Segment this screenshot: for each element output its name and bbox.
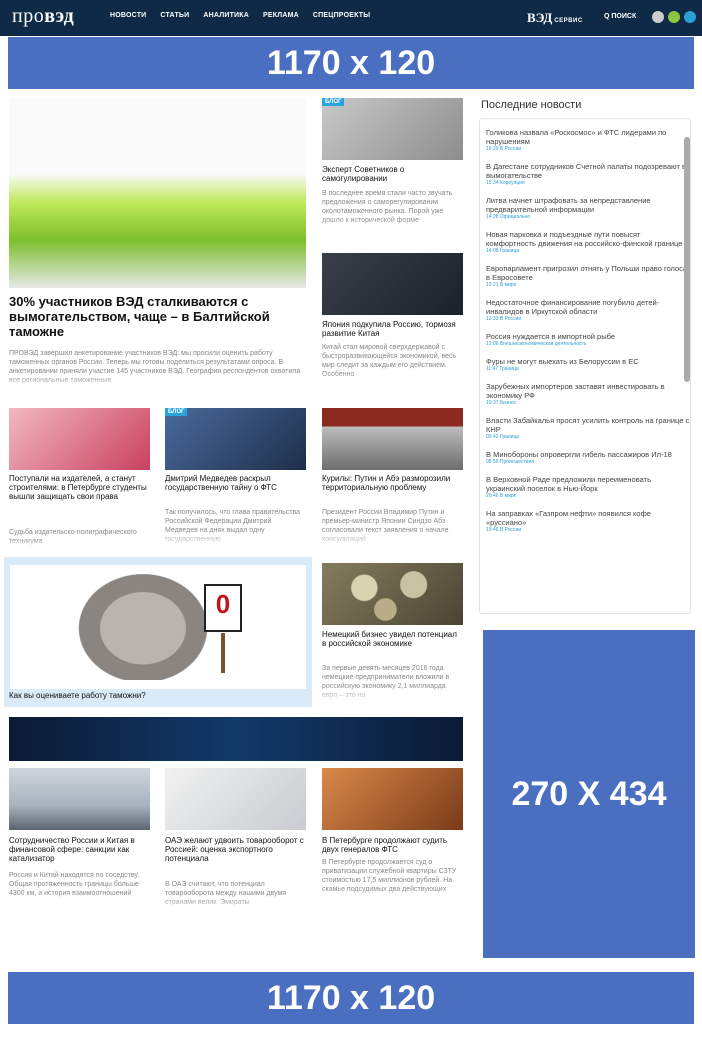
bottom-story-1-lead: Россия и Китай находятся по соседству. О… bbox=[9, 872, 140, 897]
side-banner-ad[interactable]: 270 X 434 bbox=[483, 630, 695, 958]
news-meta: 14:28 Официально bbox=[486, 214, 531, 220]
nav-news[interactable]: НОВОСТИ bbox=[110, 12, 146, 19]
side-story-1-title[interactable]: Эксперт Советников о самогулировании bbox=[322, 165, 463, 183]
news-meta: 12:33 В России bbox=[486, 316, 522, 322]
blog-badge: БЛОГ bbox=[165, 408, 188, 416]
main-story-title[interactable]: 30% участников ВЭД сталкиваются с вымога… bbox=[9, 294, 306, 339]
grumpy-cat-image bbox=[68, 565, 218, 680]
row-story-1-title[interactable]: Поступали на издателей, а станут строите… bbox=[9, 474, 150, 501]
android-icon[interactable] bbox=[668, 11, 680, 23]
list-item[interactable]: Россия нуждается в импортной рыбе 12:06 В… bbox=[480, 332, 690, 348]
score-value: 0 bbox=[215, 589, 231, 619]
bottom-story-2-title[interactable]: ОАЭ желают удвоить товарооборот с Россие… bbox=[165, 836, 306, 863]
news-headline[interactable]: Недостаточное финансирование погубило де… bbox=[486, 298, 690, 316]
nav-advertising[interactable]: РЕКЛАМА bbox=[263, 12, 299, 19]
bottom-story-2-image[interactable] bbox=[165, 768, 306, 830]
bottom-story-2-lead: В ОАЭ считают, что потенциал товарооборо… bbox=[165, 881, 287, 906]
row-story-3-image[interactable] bbox=[322, 408, 463, 470]
list-item[interactable]: В Минобороны опровергли гибель пассажиро… bbox=[480, 450, 690, 466]
news-headline[interactable]: Фуры не могут выехать из Белоруссии в ЕС bbox=[486, 357, 690, 366]
news-meta: 09:42 Граница bbox=[486, 434, 520, 440]
row-story-2-lead: Так получилось, что глава правительства … bbox=[165, 509, 301, 543]
app-icons bbox=[652, 11, 696, 23]
news-meta: 10:37 Бизнес bbox=[486, 400, 517, 406]
bottom-story-3-lead: В Петербурге продолжается суд о приватиз… bbox=[322, 859, 457, 893]
news-headline[interactable]: Литва начнет штрафовать за непредставлен… bbox=[486, 196, 690, 214]
side-story-1-image[interactable]: БЛОГ bbox=[322, 98, 463, 160]
nav-analytics[interactable]: АНАЛИТИКА bbox=[203, 12, 249, 19]
news-meta: 16:29 В России bbox=[486, 146, 522, 152]
german-story-title[interactable]: Немецкий бизнес увидел потенциал в росси… bbox=[322, 630, 463, 648]
row-story-2-image[interactable]: БЛОГ bbox=[165, 408, 306, 470]
news-meta: 08:55 Происшествия bbox=[486, 459, 535, 465]
bottom-story-3-title[interactable]: В Петербурге продолжают судить двух гене… bbox=[322, 836, 463, 854]
bottom-story-1-image[interactable] bbox=[9, 768, 150, 830]
top-banner-ad[interactable]: 1170 x 120 bbox=[8, 37, 694, 89]
row-story-1-lead: Судьба издательско-полиграфического техн… bbox=[9, 529, 137, 545]
bottom-story-3-image[interactable] bbox=[322, 768, 463, 830]
bottom-story-1-title[interactable]: Сотрудничество России и Китая в финансов… bbox=[9, 836, 150, 863]
windows-icon[interactable] bbox=[684, 11, 696, 23]
list-item[interactable]: Фуры не могут выехать из Белоруссии в ЕС… bbox=[480, 357, 690, 373]
list-item[interactable]: Литва начнет штрафовать за непредставлен… bbox=[480, 196, 690, 221]
side-story-2-image[interactable] bbox=[322, 253, 463, 315]
wide-banner-image[interactable] bbox=[9, 717, 463, 761]
list-item[interactable]: Зарубежных импортеров заставят инвестиро… bbox=[480, 382, 690, 407]
latest-news-scrollbar[interactable] bbox=[684, 137, 690, 382]
row-story-1-image[interactable] bbox=[9, 408, 150, 470]
list-item[interactable]: Новая парковка и подъездные пути повысят… bbox=[480, 230, 690, 255]
latest-news-title: Последние новости bbox=[481, 99, 582, 111]
news-headline[interactable]: В Дагестане сотрудников Счетной палаты п… bbox=[486, 162, 690, 180]
list-item[interactable]: В Верховной Раде предложили переименоват… bbox=[480, 475, 690, 500]
search-link[interactable]: Q ПОИСК bbox=[604, 13, 636, 20]
news-meta: 13:21 В мире bbox=[486, 282, 517, 288]
news-headline[interactable]: Новая парковка и подъездные пути повысят… bbox=[486, 230, 690, 248]
side-story-2-title[interactable]: Япония подкупила Россию, тормозя развити… bbox=[322, 320, 463, 338]
list-item[interactable]: В Дагестане сотрудников Счетной палаты п… bbox=[480, 162, 690, 187]
news-headline[interactable]: Голикова назвала «Роскосмос» и ФТС лидер… bbox=[486, 128, 690, 146]
news-headline[interactable]: В Минобороны опровергли гибель пассажиро… bbox=[486, 450, 690, 459]
news-headline[interactable]: В Верховной Раде предложили переименоват… bbox=[486, 475, 690, 493]
row-story-3-title[interactable]: Курилы: Путин и Абэ разморозили территор… bbox=[322, 474, 463, 492]
sign-stick bbox=[221, 633, 225, 673]
news-meta: 11:47 Граница bbox=[486, 366, 519, 372]
news-headline[interactable]: Европарламент пригрозил отнять у Польши … bbox=[486, 264, 690, 282]
main-story-image[interactable] bbox=[9, 98, 306, 288]
news-meta: 19:46 В России bbox=[486, 527, 522, 533]
latest-news-list[interactable]: Голикова назвала «Роскосмос» и ФТС лидер… bbox=[479, 118, 691, 614]
main-story-lead: ПРОВЭД завершил анкетирование участников… bbox=[9, 350, 301, 384]
poll-question[interactable]: Как вы оцениваете работу таможни? bbox=[9, 691, 299, 700]
side-story-2-lead: Китай стал мировой сверхдержавой с быстр… bbox=[322, 344, 457, 378]
list-item[interactable]: На заправках «Газпром нефти» появился ко… bbox=[480, 509, 690, 534]
news-meta: 20:46 В мире bbox=[486, 493, 517, 499]
main-nav: НОВОСТИ СТАТЬИ АНАЛИТИКА РЕКЛАМА СПЕЦПРО… bbox=[110, 12, 370, 19]
nav-articles[interactable]: СТАТЬИ bbox=[160, 12, 189, 19]
bottom-banner-ad[interactable]: 1170 x 120 bbox=[8, 972, 694, 1024]
row-story-3-lead: Президент России Владимир Путин и премье… bbox=[322, 509, 449, 543]
list-item[interactable]: Власти Забайкалья просят усилить контрол… bbox=[480, 416, 690, 441]
side-story-1-lead: В последнее время стали часто звучать пр… bbox=[322, 190, 453, 224]
ved-service-link[interactable]: ВЭД СЕРВИС bbox=[527, 10, 583, 26]
news-headline[interactable]: На заправках «Газпром нефти» появился ко… bbox=[486, 509, 690, 527]
news-headline[interactable]: Зарубежных импортеров заставят инвестиро… bbox=[486, 382, 690, 400]
news-headline[interactable]: Власти Забайкалья просят усилить контрол… bbox=[486, 416, 690, 434]
nav-special-projects[interactable]: СПЕЦПРОЕКТЫ bbox=[313, 12, 370, 19]
list-item[interactable]: Голикова назвала «Роскосмос» и ФТС лидер… bbox=[480, 128, 690, 153]
news-headline[interactable]: Россия нуждается в импортной рыбе bbox=[486, 332, 690, 341]
list-item[interactable]: Недостаточное финансирование погубило де… bbox=[480, 298, 690, 323]
row-story-2-title[interactable]: Дмитрий Медведев раскрыл государственную… bbox=[165, 474, 306, 492]
news-meta: 12:06 Внешнеэкономическая деятельность bbox=[486, 341, 587, 347]
german-story-image[interactable] bbox=[322, 563, 463, 625]
blog-badge: БЛОГ bbox=[322, 98, 345, 106]
german-story-lead: За первые девять месяцев 2016 года немец… bbox=[322, 665, 450, 699]
top-navigation-bar: провэд НОВОСТИ СТАТЬИ АНАЛИТИКА РЕКЛАМА … bbox=[0, 0, 702, 36]
apple-icon[interactable] bbox=[652, 11, 664, 23]
list-item[interactable]: Европарламент пригрозил отнять у Польши … bbox=[480, 264, 690, 289]
site-logo[interactable]: провэд bbox=[12, 5, 74, 29]
news-meta: 14:08 Граница bbox=[486, 248, 520, 254]
news-meta: 15:34 Коррупция bbox=[486, 180, 525, 186]
